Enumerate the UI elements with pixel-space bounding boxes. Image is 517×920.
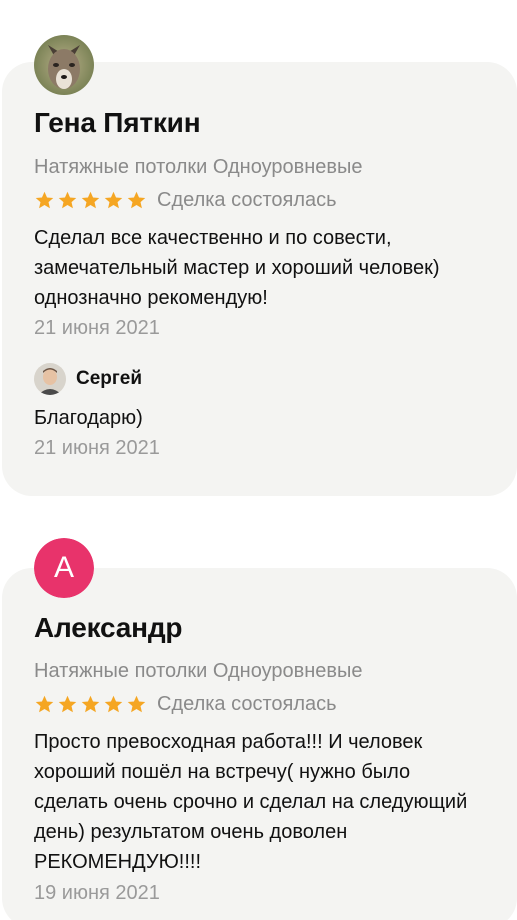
star-icon	[35, 191, 54, 208]
person-photo-avatar[interactable]	[34, 363, 66, 395]
review-date: 19 июня 2021	[34, 882, 160, 904]
review-text: Просто превосходная работа!!! И человек …	[34, 731, 468, 873]
star-rating	[34, 190, 147, 211]
review-category: Натяжные потолки Одноуровневые	[34, 660, 363, 682]
avatar-letter: А	[34, 538, 94, 598]
star-icon	[81, 191, 100, 208]
deal-status: Сделка состоялась	[157, 188, 337, 211]
review-rating-row: Сделка состоялась	[34, 692, 337, 716]
wolf-photo-avatar[interactable]	[34, 35, 94, 95]
star-icon	[127, 191, 146, 208]
reply-date: 21 июня 2021	[34, 437, 160, 459]
star-icon	[58, 191, 77, 208]
review-date: 21 июня 2021	[34, 317, 160, 339]
letter-avatar[interactable]: А	[34, 538, 94, 598]
reviews-page: Гена Пяткин Натяжные потолки Одноуровнев…	[0, 0, 517, 920]
star-icon	[104, 191, 123, 208]
review-author-name: Гена Пяткин	[34, 107, 201, 138]
reply-text: Благодарю)	[34, 407, 143, 429]
star-icon	[35, 695, 54, 712]
review-text: Сделал все качественно и по совести, зам…	[34, 227, 440, 309]
star-rating	[34, 694, 147, 715]
deal-status: Сделка состоялась	[157, 692, 337, 715]
star-icon	[81, 695, 100, 712]
star-icon	[104, 695, 123, 712]
star-icon	[127, 695, 146, 712]
reply-author-name: Сергей	[76, 368, 143, 389]
review-category: Натяжные потолки Одноуровневые	[34, 156, 363, 178]
reply-header: Сергей	[34, 363, 142, 395]
review-rating-row: Сделка состоялась	[34, 188, 337, 212]
review-author-name: Александр	[34, 612, 183, 643]
star-icon	[58, 695, 77, 712]
